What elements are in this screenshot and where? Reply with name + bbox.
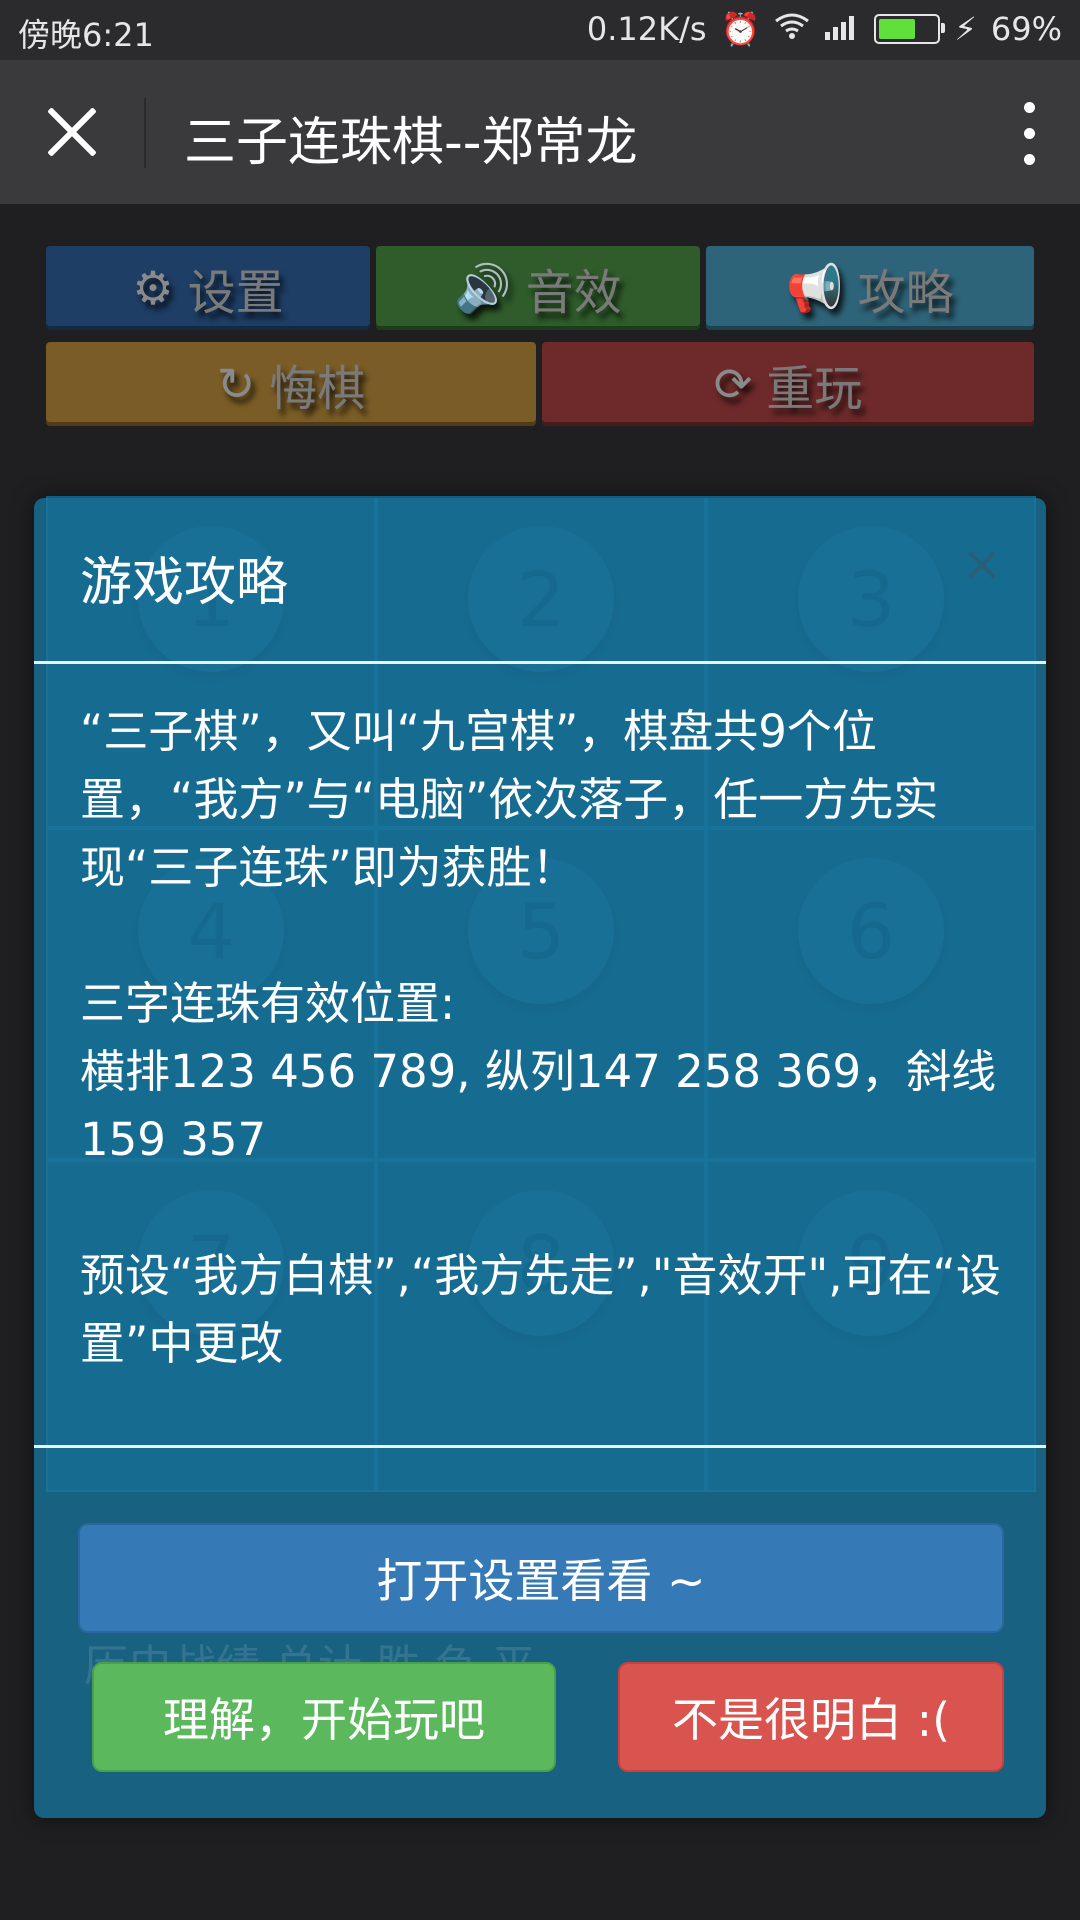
settings-label: 设置	[187, 265, 284, 321]
signal-icon	[824, 10, 860, 48]
refresh-icon: ⟳	[713, 357, 753, 411]
status-right-group: 0.12K/s ⏰ ⚡ 69%	[587, 10, 1062, 48]
open-settings-button[interactable]: 打开设置看看 ~	[78, 1523, 1004, 1633]
title-bar: 三子连珠棋--郑常龙	[0, 60, 1080, 204]
modal-close-icon[interactable]: ×	[962, 536, 1002, 592]
sound-label: 音效	[525, 265, 622, 321]
alarm-icon: ⏰	[720, 10, 761, 48]
status-bar: 傍晚6:21 0.12K/s ⏰ ⚡ 69%	[0, 0, 1080, 60]
close-icon[interactable]	[44, 104, 100, 160]
modal-header-divider	[34, 661, 1046, 664]
modal-paragraph: 横排123 456 789, 纵列147 258 369，斜线159 357	[80, 1045, 997, 1166]
battery-percent: 69%	[990, 10, 1062, 48]
replay-button[interactable]: ⟳ 重玩	[542, 342, 1034, 426]
modal-title: 游戏攻略	[80, 553, 289, 613]
gear-icon: ⚙	[132, 261, 174, 315]
charging-icon: ⚡	[954, 10, 977, 48]
sound-button[interactable]: 🔊 音效	[376, 246, 700, 330]
undo-label: 悔棋	[269, 361, 366, 417]
settings-button[interactable]: ⚙ 设置	[46, 246, 370, 330]
modal-footer-divider	[34, 1445, 1046, 1448]
more-menu-icon[interactable]	[1022, 102, 1036, 166]
battery-fill	[879, 19, 916, 39]
modal-paragraph: “三子棋”，又叫“九宫棋”，棋盘共9个位置，“我方”与“电脑”依次落子，任一方先…	[80, 705, 939, 894]
net-speed: 0.12K/s	[586, 10, 707, 48]
wifi-icon	[774, 10, 810, 48]
guide-modal: 游戏攻略 × “三子棋”，又叫“九宫棋”，棋盘共9个位置，“我方”与“电脑”依次…	[34, 498, 1046, 1818]
megaphone-icon: 📢	[786, 260, 844, 315]
modal-paragraph: 预设“我方白棋”,“我方先走”,"音效开",可在“设置”中更改	[80, 1249, 1001, 1370]
speaker-icon: 🔊	[454, 260, 512, 315]
undo-button[interactable]: ↻ 悔棋	[46, 342, 536, 426]
modal-body: “三子棋”，又叫“九宫棋”，棋盘共9个位置，“我方”与“电脑”依次落子，任一方先…	[80, 698, 1030, 1378]
status-time: 傍晚6:21	[18, 16, 154, 54]
guide-button[interactable]: 📢 攻略	[706, 246, 1034, 330]
battery-icon	[874, 14, 946, 44]
modal-paragraph: 三字连珠有效位置:	[80, 977, 456, 1030]
replay-label: 重玩	[766, 361, 863, 417]
not-understood-button[interactable]: 不是很明白 :(	[618, 1662, 1004, 1772]
guide-label: 攻略	[857, 265, 954, 321]
title-divider	[144, 98, 146, 168]
undo-icon: ↻	[216, 357, 256, 411]
page-title: 三子连珠棋--郑常龙	[184, 113, 638, 173]
start-play-button[interactable]: 理解，开始玩吧	[92, 1662, 556, 1772]
